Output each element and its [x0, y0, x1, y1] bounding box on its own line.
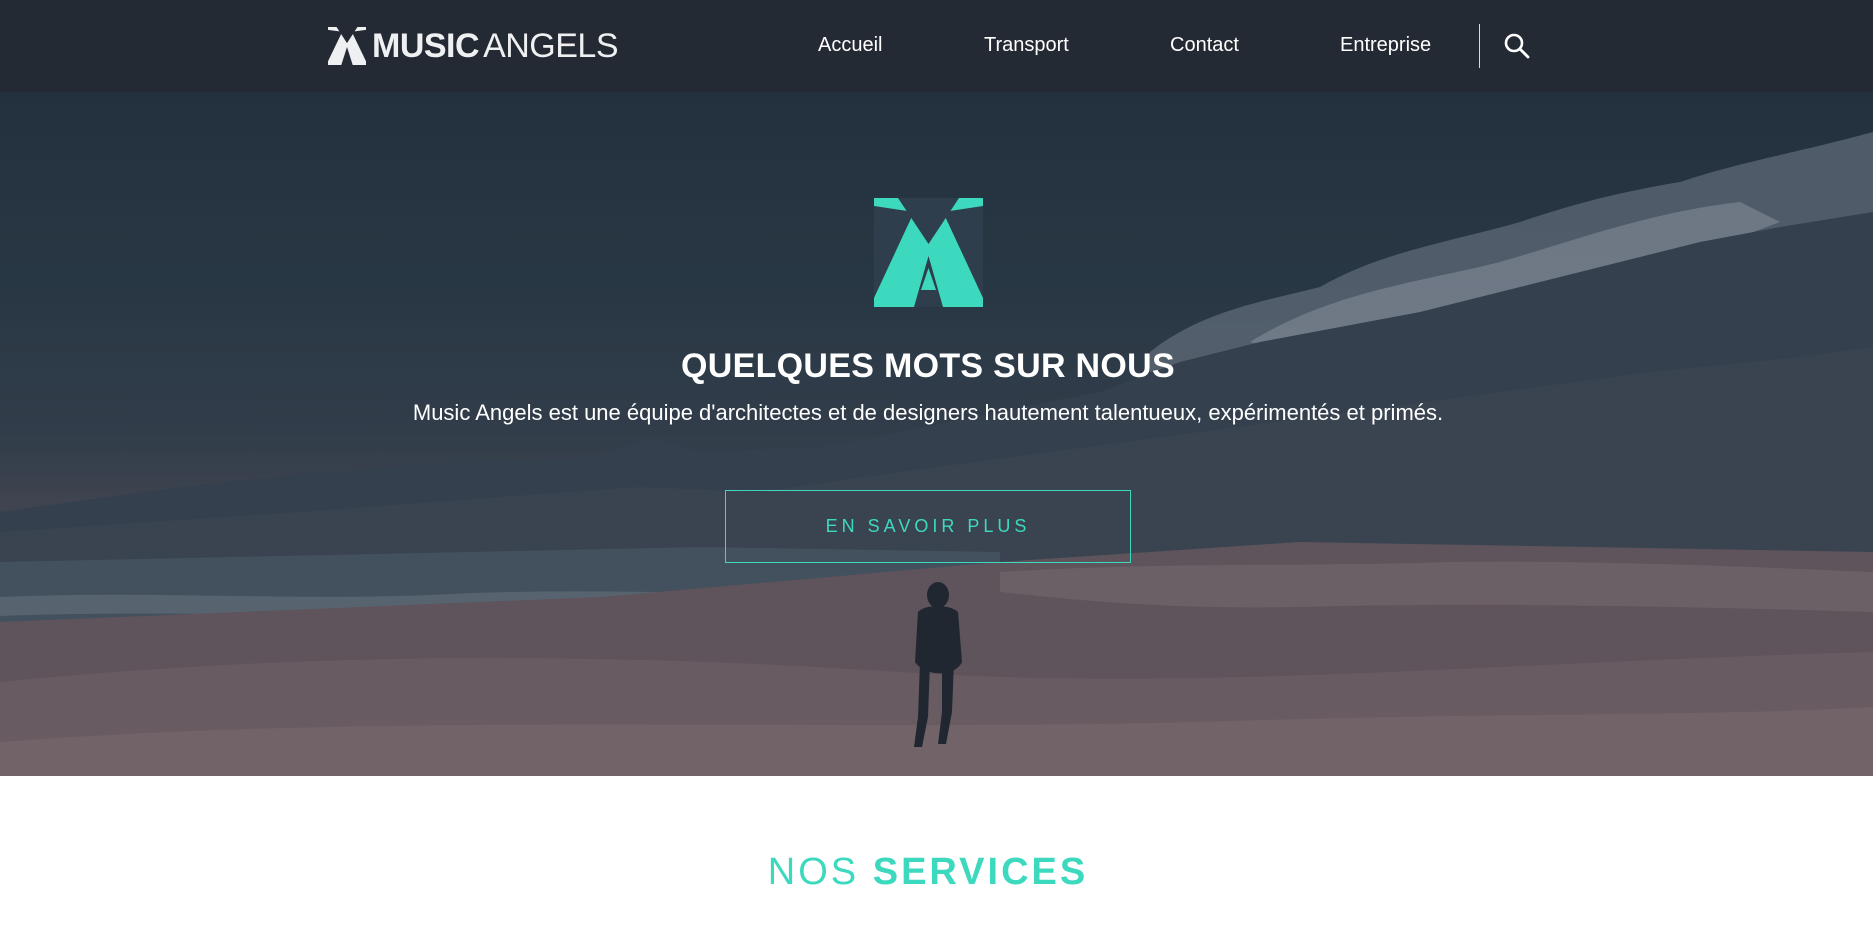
brand-name: MUSIC ANGELS	[372, 26, 619, 66]
services-heading: NOS SERVICES	[0, 848, 1856, 896]
services-heading-bold: SERVICES	[872, 851, 1089, 893]
hero-subtitle: Music Angels est une équipe d'architecte…	[412, 400, 1444, 425]
nav-link-accueil[interactable]: Accueil	[818, 31, 882, 59]
brand-logo-link[interactable]: MUSIC ANGELS	[328, 26, 619, 66]
brand-name-light: ANGELS	[483, 27, 619, 65]
search-button[interactable]	[1502, 31, 1532, 61]
nav-link-entreprise[interactable]: Entreprise	[1340, 31, 1431, 59]
learn-more-button[interactable]: EN SAVOIR PLUS	[725, 490, 1131, 563]
hero-overlay	[0, 92, 1873, 776]
nav-divider	[1479, 24, 1480, 68]
services-heading-light: NOS	[767, 851, 860, 893]
music-angels-logo-icon	[328, 27, 366, 65]
top-navbar: MUSIC ANGELS Accueil Transport Contact En…	[0, 0, 1873, 92]
search-icon	[1504, 33, 1530, 59]
brand-name-bold: MUSIC	[372, 27, 480, 65]
nav-link-contact[interactable]: Contact	[1170, 31, 1239, 59]
nav-link-transport[interactable]: Transport	[984, 31, 1069, 59]
music-angels-hero-logo-icon	[874, 198, 983, 307]
hero-title: QUELQUES MOTS SUR NOUS	[681, 347, 1175, 385]
hero-section: QUELQUES MOTS SUR NOUS Music Angels est …	[0, 92, 1873, 776]
